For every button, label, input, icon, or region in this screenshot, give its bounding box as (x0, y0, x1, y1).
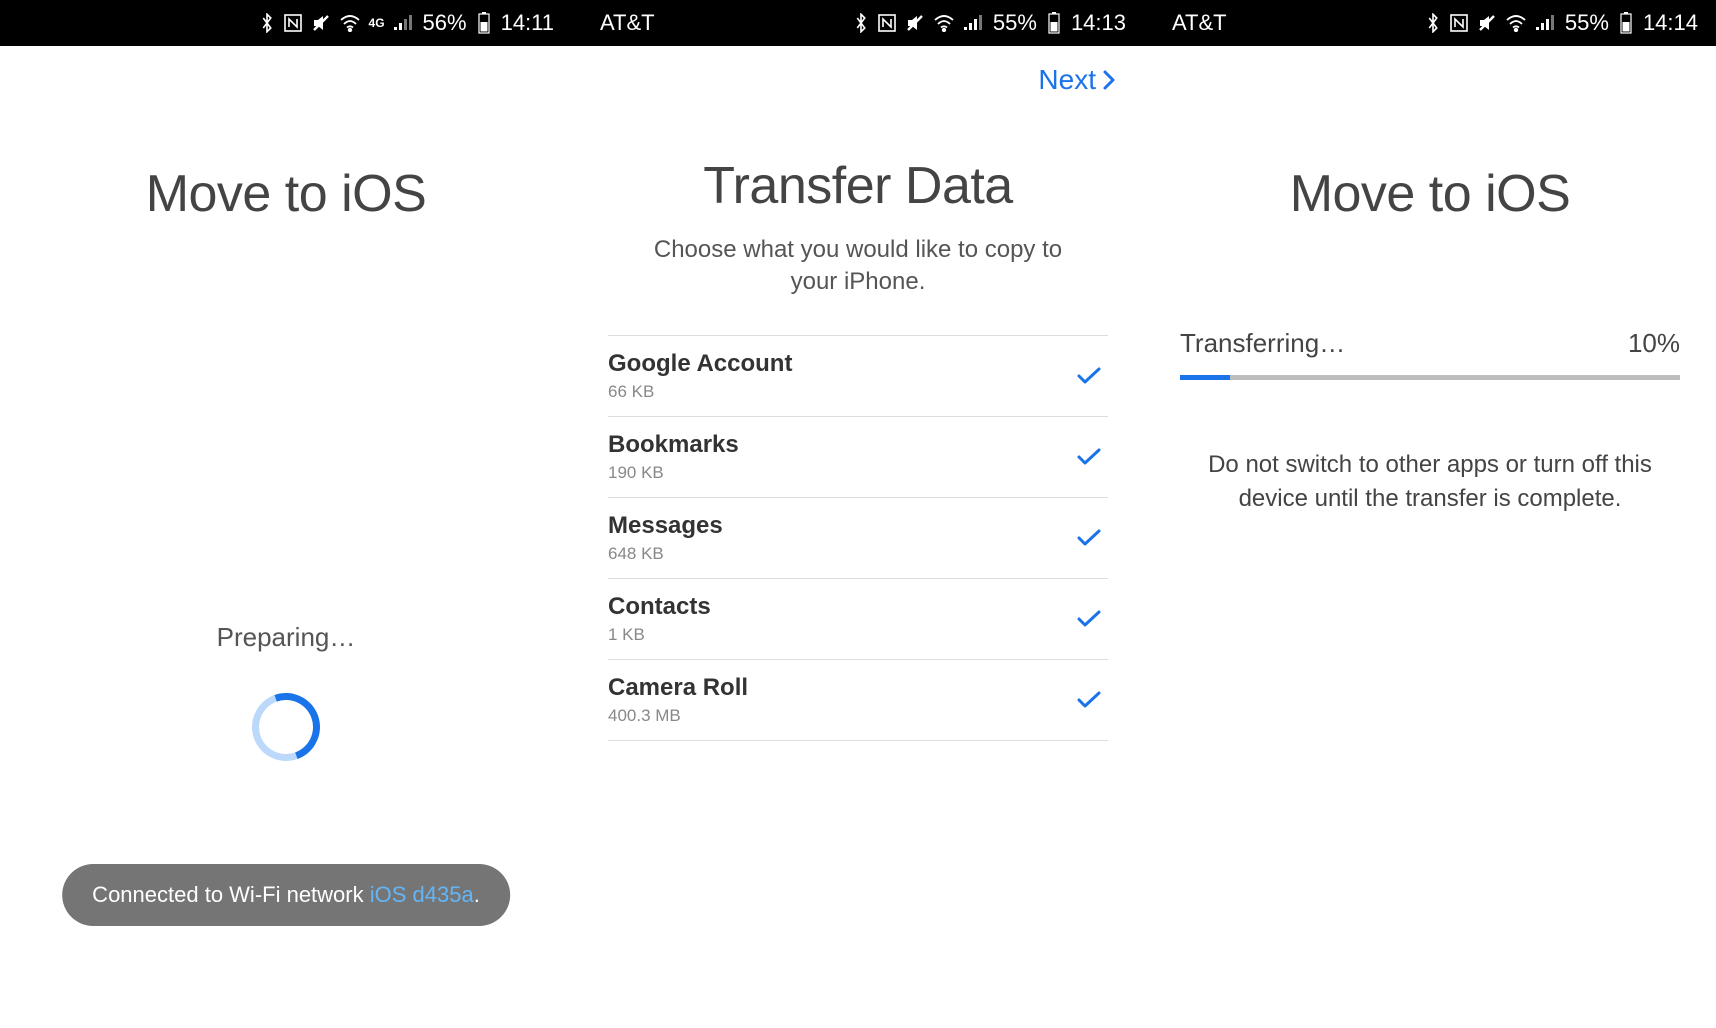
list-item[interactable]: Contacts 1 KB (608, 579, 1108, 660)
item-title: Camera Roll (608, 674, 748, 702)
item-title: Google Account (608, 350, 792, 378)
mute-icon (905, 13, 925, 33)
item-title: Contacts (608, 593, 711, 621)
progress-block: Transferring… 10% (1180, 328, 1680, 380)
battery-icon (1047, 12, 1061, 34)
item-size: 400.3 MB (608, 706, 748, 726)
data-type-list: Google Account 66 KB Bookmarks 190 KB Me… (608, 335, 1108, 741)
battery-icon (1619, 12, 1633, 34)
progress-bar (1180, 375, 1680, 380)
status-icons: 4G (259, 13, 413, 33)
battery-icon (477, 12, 491, 34)
item-size: 190 KB (608, 463, 739, 483)
nfc-icon (877, 13, 897, 33)
next-button[interactable]: Next (1038, 64, 1116, 96)
bluetooth-icon (1425, 13, 1441, 33)
screen-transfer-data: AT&T 55% 14:13 Next Transfer Data Choose… (572, 0, 1144, 1028)
page-subtitle: Choose what you would like to copy to yo… (648, 234, 1068, 299)
signal-icon (393, 15, 413, 31)
signal-icon (1535, 15, 1555, 31)
screen-preparing: 4G 56% 14:11 Move to iOS Preparing… Conn… (0, 0, 572, 1028)
data-4g-icon: 4G (369, 16, 385, 30)
item-size: 648 KB (608, 544, 723, 564)
carrier-label: AT&T (1172, 10, 1227, 36)
wifi-icon (339, 14, 361, 32)
transferring-label: Transferring… (1180, 328, 1345, 359)
mute-icon (1477, 13, 1497, 33)
wifi-icon (933, 14, 955, 32)
item-title: Messages (608, 512, 723, 540)
item-size: 1 KB (608, 625, 711, 645)
list-item[interactable]: Bookmarks 190 KB (608, 417, 1108, 498)
mute-icon (311, 13, 331, 33)
carrier-label: AT&T (600, 10, 655, 36)
signal-icon (963, 15, 983, 31)
battery-percent: 56% (423, 10, 467, 36)
checkmark-icon (1076, 528, 1102, 548)
toast-suffix: . (474, 882, 480, 907)
page-title: Transfer Data (572, 156, 1144, 216)
list-item[interactable]: Messages 648 KB (608, 498, 1108, 579)
spinner-icon (241, 681, 331, 771)
next-label: Next (1038, 64, 1096, 96)
progress-bar-fill (1180, 375, 1230, 380)
wifi-toast: Connected to Wi-Fi network iOS d435a. (62, 864, 510, 926)
checkmark-icon (1076, 609, 1102, 629)
item-size: 66 KB (608, 382, 792, 402)
warning-message: Do not switch to other apps or turn off … (1194, 448, 1666, 515)
page-title: Move to iOS (0, 164, 572, 224)
wifi-icon (1505, 14, 1527, 32)
screen-transferring: AT&T 55% 14:14 Move to iOS Transferring…… (1144, 0, 1716, 1028)
toast-network-name: iOS d435a (370, 882, 474, 907)
list-item[interactable]: Google Account 66 KB (608, 336, 1108, 417)
nfc-icon (283, 13, 303, 33)
progress-percent: 10% (1628, 328, 1680, 359)
chevron-right-icon (1102, 69, 1116, 91)
checkmark-icon (1076, 366, 1102, 386)
three-screenshots: 4G 56% 14:11 Move to iOS Preparing… Conn… (0, 0, 1716, 1028)
battery-percent: 55% (993, 10, 1037, 36)
clock-label: 14:11 (501, 10, 554, 36)
toast-prefix: Connected to Wi-Fi network (92, 882, 370, 907)
bluetooth-icon (259, 13, 275, 33)
status-icons (1425, 13, 1555, 33)
bluetooth-icon (853, 13, 869, 33)
page-title: Move to iOS (1144, 164, 1716, 224)
status-bar: 4G 56% 14:11 (0, 0, 572, 46)
battery-percent: 55% (1565, 10, 1609, 36)
list-item[interactable]: Camera Roll 400.3 MB (608, 660, 1108, 741)
item-title: Bookmarks (608, 431, 739, 459)
status-bar: AT&T 55% 14:14 (1144, 0, 1716, 46)
clock-label: 14:13 (1071, 10, 1126, 36)
preparing-label: Preparing… (217, 622, 356, 653)
status-bar: AT&T 55% 14:13 (572, 0, 1144, 46)
nfc-icon (1449, 13, 1469, 33)
status-icons (853, 13, 983, 33)
checkmark-icon (1076, 447, 1102, 467)
checkmark-icon (1076, 690, 1102, 710)
clock-label: 14:14 (1643, 10, 1698, 36)
